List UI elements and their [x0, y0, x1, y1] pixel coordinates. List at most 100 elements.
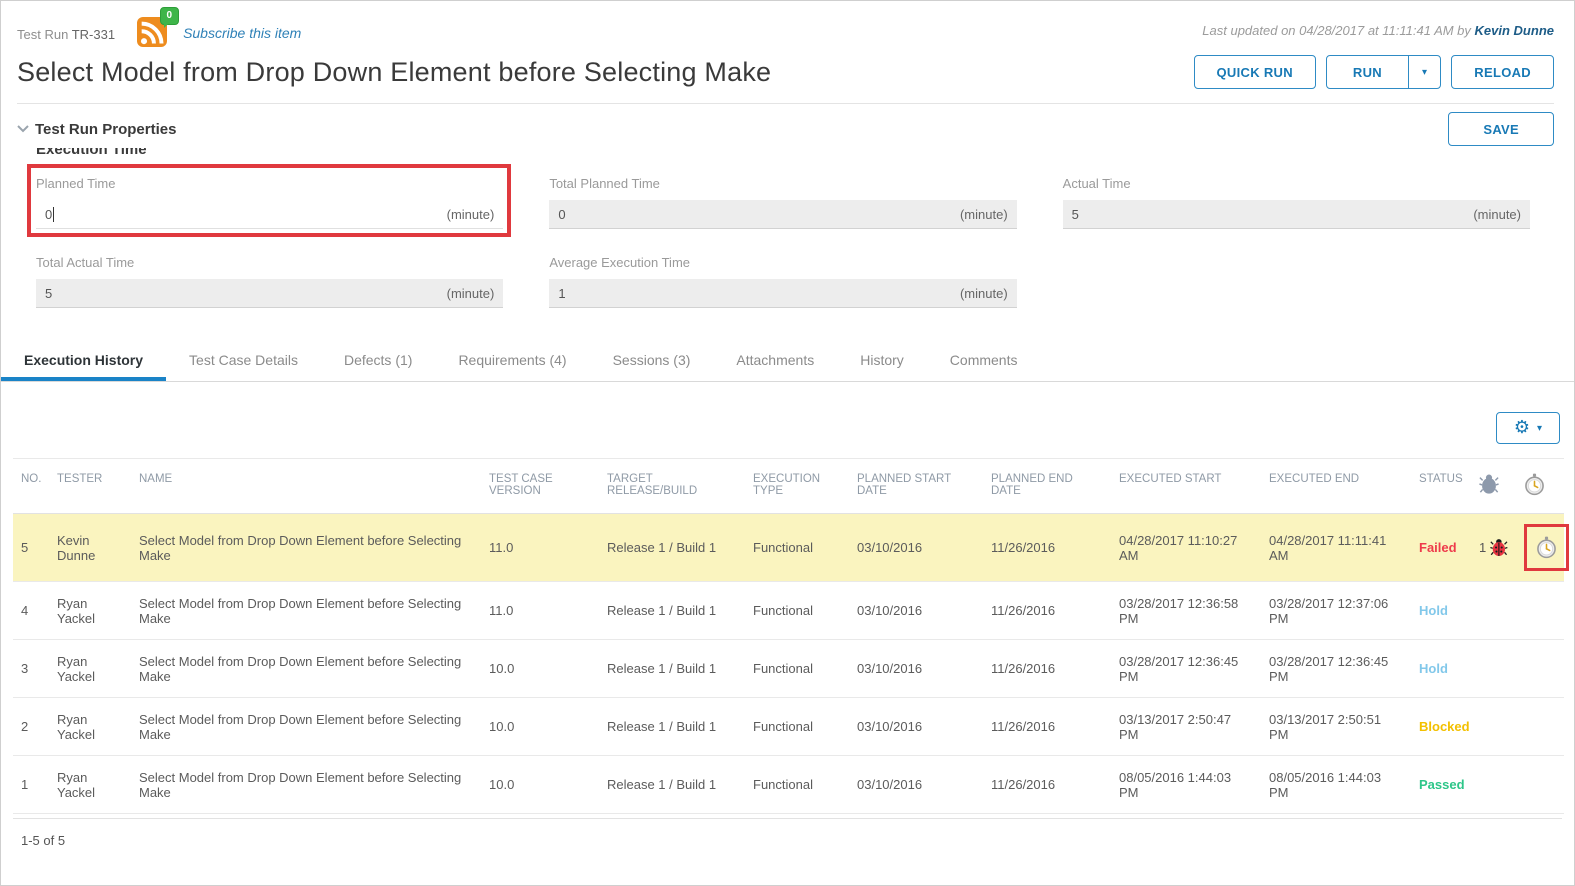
cell-no: 3: [13, 640, 49, 698]
total-actual-time-input: 5 (minute): [36, 279, 503, 308]
cell-name: Select Model from Drop Down Element befo…: [131, 756, 481, 814]
cell-execution-time: [1516, 698, 1564, 756]
table-row[interactable]: 3 Ryan Yackel Select Model from Drop Dow…: [13, 640, 1564, 698]
cell-execution-type: Functional: [745, 582, 849, 640]
col-status: STATUS: [1411, 459, 1471, 514]
cell-no: 5: [13, 514, 49, 582]
cell-executed-end: 08/05/2016 1:44:03 PM: [1261, 756, 1411, 814]
col-test-case-version: TEST CASE VERSION: [481, 459, 599, 514]
gear-icon: ⚙: [1514, 419, 1530, 437]
col-executed-start: EXECUTED START: [1111, 459, 1261, 514]
table-row[interactable]: 4 Ryan Yackel Select Model from Drop Dow…: [13, 582, 1564, 640]
reload-button[interactable]: RELOAD: [1451, 55, 1554, 89]
tab-history[interactable]: History: [837, 338, 927, 381]
cell-executed-start: 03/13/2017 2:50:47 PM: [1111, 698, 1261, 756]
annotation-box-clock: [1524, 524, 1569, 571]
cell-execution-type: Functional: [745, 514, 849, 582]
field-value: 0: [558, 207, 565, 222]
test-run-properties-section: Test Run Properties SAVE Execution Time …: [1, 104, 1574, 334]
status-badge: Blocked: [1411, 698, 1471, 756]
bug-icon[interactable]: [1490, 537, 1508, 558]
table-row[interactable]: 1 Ryan Yackel Select Model from Drop Dow…: [13, 756, 1564, 814]
cell-planned-start-date: 03/10/2016: [849, 514, 983, 582]
table-row[interactable]: 5 Kevin Dunne Select Model from Drop Dow…: [13, 514, 1564, 582]
cell-execution-type: Functional: [745, 640, 849, 698]
cell-test-case-version: 11.0: [481, 514, 599, 582]
cell-no: 2: [13, 698, 49, 756]
cell-execution-time: [1516, 640, 1564, 698]
col-tester: TESTER: [49, 459, 131, 514]
status-badge: Passed: [1411, 756, 1471, 814]
last-updated-user[interactable]: Kevin Dunne: [1475, 23, 1554, 38]
actual-time-input: 5 (minute): [1063, 200, 1530, 229]
tab-defects[interactable]: Defects (1): [321, 338, 435, 381]
field-value: 1: [558, 286, 565, 301]
bug-icon: [1479, 473, 1499, 495]
tab-bar: Execution History Test Case Details Defe…: [1, 338, 1574, 382]
status-badge: Hold: [1411, 582, 1471, 640]
app-window: Test Run TR-331 0 Subscribe this item: [0, 0, 1575, 886]
subscribe-link[interactable]: Subscribe this item: [183, 19, 301, 41]
col-name: NAME: [131, 459, 481, 514]
status-badge: Failed: [1411, 514, 1471, 582]
cell-planned-start-date: 03/10/2016: [849, 698, 983, 756]
cell-test-case-version: 10.0: [481, 640, 599, 698]
table-row[interactable]: 2 Ryan Yackel Select Model from Drop Dow…: [13, 698, 1564, 756]
cell-planned-start-date: 03/10/2016: [849, 582, 983, 640]
cell-test-case-version: 11.0: [481, 582, 599, 640]
col-defects-bug-icon: [1471, 459, 1516, 514]
breadcrumb-id: TR-331: [72, 27, 115, 42]
unit-label: (minute): [447, 207, 495, 222]
tab-sessions[interactable]: Sessions (3): [590, 338, 714, 381]
cell-executed-end: 03/28/2017 12:37:06 PM: [1261, 582, 1411, 640]
run-dropdown-toggle[interactable]: ▾: [1408, 56, 1440, 88]
cell-name: Select Model from Drop Down Element befo…: [131, 582, 481, 640]
field-value: 0: [45, 207, 52, 222]
field-label: Total Actual Time: [36, 255, 503, 270]
text-cursor: [53, 207, 54, 222]
col-executed-end: EXECUTED END: [1261, 459, 1411, 514]
cell-execution-type: Functional: [745, 756, 849, 814]
cell-target-release-build: Release 1 / Build 1: [599, 640, 745, 698]
cell-planned-end-date: 11/26/2016: [983, 582, 1111, 640]
run-button[interactable]: RUN: [1327, 56, 1408, 88]
run-split-button[interactable]: RUN ▾: [1326, 55, 1441, 89]
cell-name: Select Model from Drop Down Element befo…: [131, 514, 481, 582]
planned-time-input[interactable]: 0 (minute): [36, 200, 503, 229]
field-value: 5: [45, 286, 52, 301]
save-button[interactable]: SAVE: [1448, 112, 1554, 146]
table-settings-button[interactable]: ⚙ ▾: [1496, 412, 1560, 444]
cell-execution-time[interactable]: [1516, 514, 1564, 582]
col-target-release-build: TARGET RELEASE/BUILD: [599, 459, 745, 514]
cell-executed-end: 03/13/2017 2:50:51 PM: [1261, 698, 1411, 756]
cell-name: Select Model from Drop Down Element befo…: [131, 698, 481, 756]
properties-section-toggle[interactable]: Test Run Properties: [17, 121, 176, 138]
rss-subscribe-button[interactable]: 0: [137, 17, 167, 47]
field-total-planned-time: Total Planned Time 0 (minute): [549, 176, 1016, 229]
tab-execution-history[interactable]: Execution History: [1, 338, 166, 381]
quick-run-button[interactable]: QUICK RUN: [1194, 55, 1316, 89]
cell-planned-end-date: 11/26/2016: [983, 756, 1111, 814]
clock-icon[interactable]: [1536, 536, 1557, 559]
cell-planned-end-date: 11/26/2016: [983, 698, 1111, 756]
cell-defects[interactable]: 1: [1471, 514, 1516, 582]
col-planned-start-date: PLANNED START DATE: [849, 459, 983, 514]
col-execution-type: EXECUTION TYPE: [745, 459, 849, 514]
cell-tester: Kevin Dunne: [49, 514, 131, 582]
tab-comments[interactable]: Comments: [927, 338, 1041, 381]
cell-executed-start: 08/05/2016 1:44:03 PM: [1111, 756, 1261, 814]
field-actual-time: Actual Time 5 (minute): [1063, 176, 1530, 229]
total-planned-time-input: 0 (minute): [549, 200, 1016, 229]
tab-requirements[interactable]: Requirements (4): [435, 338, 589, 381]
tab-test-case-details[interactable]: Test Case Details: [166, 338, 321, 381]
average-execution-time-input: 1 (minute): [549, 279, 1016, 308]
col-execution-time-clock-icon: [1516, 459, 1564, 514]
cell-test-case-version: 10.0: [481, 698, 599, 756]
unit-label: (minute): [960, 286, 1008, 301]
tab-attachments[interactable]: Attachments: [713, 338, 837, 381]
cell-planned-end-date: 11/26/2016: [983, 640, 1111, 698]
properties-section-title: Test Run Properties: [35, 121, 176, 138]
cell-tester: Ryan Yackel: [49, 698, 131, 756]
cell-defects: [1471, 582, 1516, 640]
cell-no: 4: [13, 582, 49, 640]
